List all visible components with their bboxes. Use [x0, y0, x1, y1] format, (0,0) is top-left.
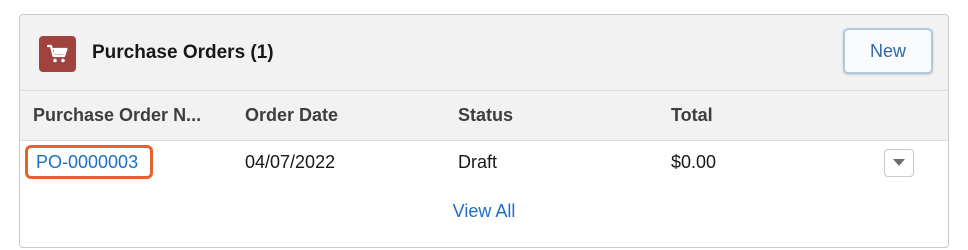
- card-header: Purchase Orders (1) New: [20, 15, 948, 91]
- purchase-orders-table: Purchase Order N... Order Date Status To…: [20, 90, 948, 185]
- purchase-orders-card: Purchase Orders (1) New Purchase Order N…: [19, 14, 949, 248]
- column-header-status[interactable]: Status: [458, 105, 513, 126]
- column-header-total[interactable]: Total: [671, 105, 713, 126]
- new-button[interactable]: New: [843, 28, 933, 74]
- status-cell: Draft: [458, 152, 498, 172]
- row-actions-button[interactable]: [884, 149, 914, 177]
- chevron-down-icon: [893, 159, 905, 166]
- card-footer: View All: [20, 184, 948, 247]
- view-all-link[interactable]: View All: [453, 201, 516, 247]
- table-row: PO-0000003 04/07/2022 Draft $0.00: [20, 140, 948, 185]
- card-title[interactable]: Purchase Orders (1): [92, 42, 274, 64]
- table-header: Purchase Order N... Order Date Status To…: [20, 90, 948, 140]
- total-cell: $0.00: [671, 152, 717, 172]
- purchase-order-link[interactable]: PO-0000003: [25, 145, 153, 179]
- column-header-order-date[interactable]: Order Date: [245, 105, 338, 126]
- column-header-purchase-order-number[interactable]: Purchase Order N...: [33, 105, 201, 126]
- order-date-cell: 04/07/2022: [245, 152, 336, 172]
- cart-icon: [39, 36, 76, 72]
